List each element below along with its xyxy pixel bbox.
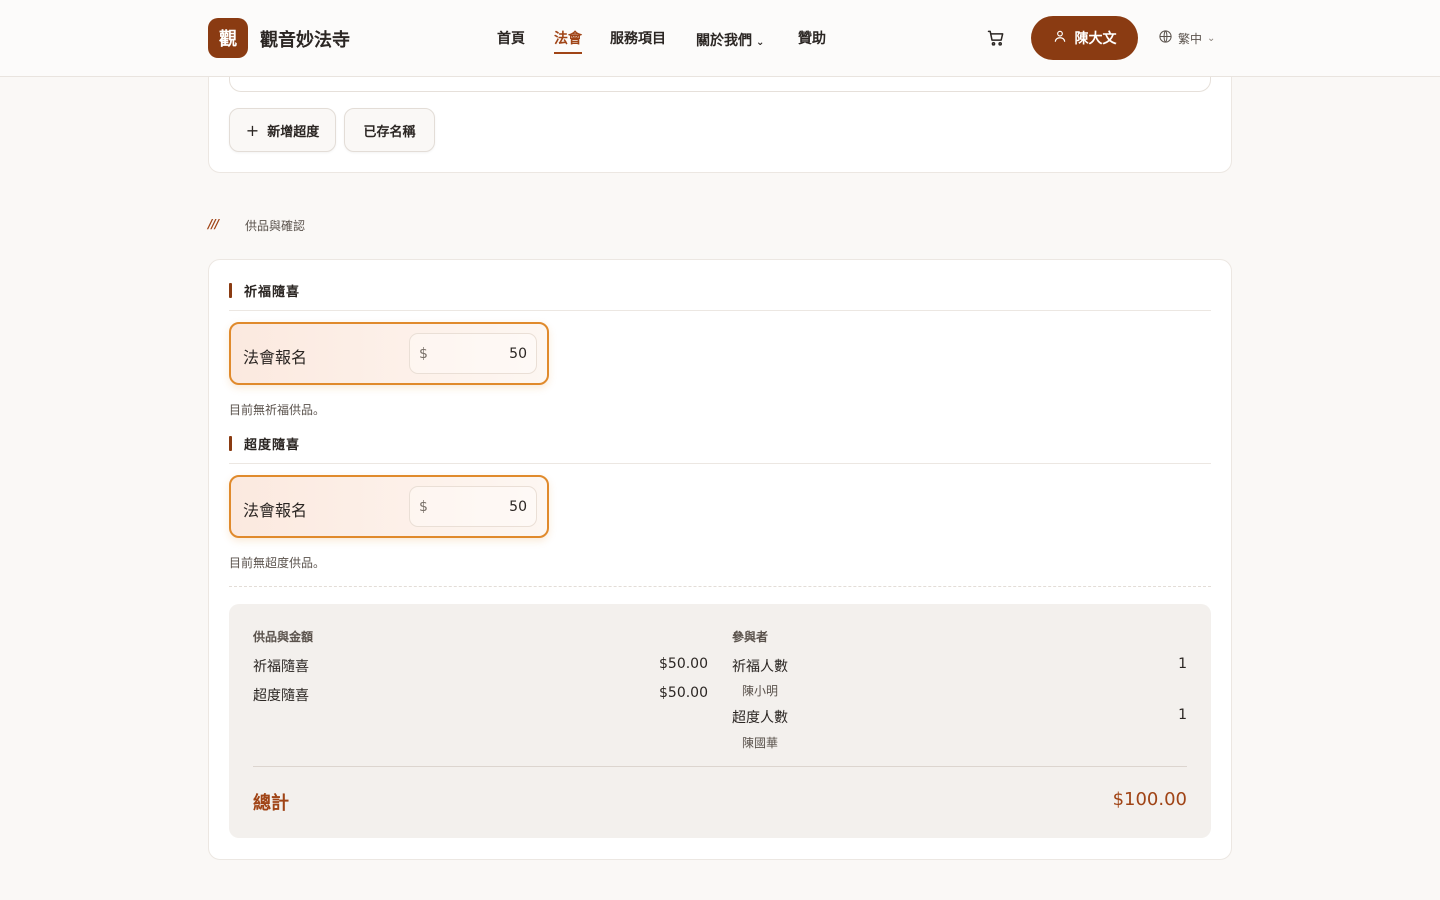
offering-name: 法會報名 xyxy=(243,348,308,367)
total-label: 總計 xyxy=(253,793,289,814)
summary-line-name: 超度隨喜 xyxy=(253,688,309,704)
participant-name: 陳小明 xyxy=(742,684,779,698)
add-deliverance-button[interactable]: + 新增超度 xyxy=(229,108,336,152)
section-title: 供品與確認 xyxy=(245,219,306,233)
participant-count-value: 1 xyxy=(1178,707,1187,723)
chevron-down-icon: ⌄ xyxy=(1207,32,1216,44)
language-selector[interactable]: 繁中 ⌄ xyxy=(1158,29,1215,47)
saved-names-button[interactable]: 已存名稱 xyxy=(344,108,435,152)
nav-home[interactable]: 首頁 xyxy=(497,28,525,48)
summary-line-amount: $50.00 xyxy=(659,656,708,672)
participant-name: 陳國華 xyxy=(742,736,779,750)
nav-about[interactable]: 關於我們 ⌄ xyxy=(696,30,764,50)
user-name: 陳大文 xyxy=(1074,31,1117,47)
participant-count-value: 1 xyxy=(1178,656,1187,672)
chevron-down-icon: ⌄ xyxy=(756,37,765,48)
order-summary: 供品與金額 參與者 祈福隨喜 $50.00 超度隨喜 $50.00 祈福人數 1… xyxy=(229,604,1211,838)
participant-count-label: 超度人數 xyxy=(732,710,788,726)
currency-symbol: $ xyxy=(419,346,428,362)
group-accent-bar xyxy=(229,283,232,298)
total-value: $100.00 xyxy=(1112,789,1187,810)
divider xyxy=(229,586,1211,587)
currency-symbol: $ xyxy=(419,499,428,515)
top-nav-bar: 觀 觀音妙法寺 首頁 法會 服務項目 關於我們 ⌄ 贊助 陳大文 繁中 ⌄ xyxy=(0,0,1440,77)
summary-line-amount: $50.00 xyxy=(659,685,708,701)
group-title-deliverance: 超度隨喜 xyxy=(244,438,301,453)
offering-name: 法會報名 xyxy=(243,501,308,520)
group-header-blessing: 祈福隨喜 xyxy=(229,281,1211,311)
nav-donate[interactable]: 贊助 xyxy=(798,28,826,48)
user-icon xyxy=(1053,29,1067,47)
user-account-button[interactable]: 陳大文 xyxy=(1031,16,1138,60)
nav-about-label: 關於我們 xyxy=(696,33,752,49)
summary-participants-heading: 參與者 xyxy=(732,630,769,644)
empty-offerings-note: 目前無超度供品。 xyxy=(229,556,326,570)
section-marker: /// xyxy=(208,217,219,231)
site-name[interactable]: 觀音妙法寺 xyxy=(260,26,350,52)
nav-services[interactable]: 服務項目 xyxy=(610,28,666,48)
summary-divider xyxy=(253,766,1187,767)
add-deliverance-label: 新增超度 xyxy=(267,124,320,140)
offering-amount-input[interactable]: $ 50 xyxy=(409,486,537,527)
cart-icon[interactable] xyxy=(986,28,1008,50)
empty-offerings-note: 目前無祈福供品。 xyxy=(229,403,326,417)
offering-option-blessing[interactable]: 法會報名 $ 50 xyxy=(229,322,549,385)
participant-count-label: 祈福人數 xyxy=(732,659,788,675)
amount-value: 50 xyxy=(509,499,527,515)
temple-logo[interactable]: 觀 xyxy=(208,18,248,58)
offering-amount-input[interactable]: $ 50 xyxy=(409,333,537,374)
globe-icon xyxy=(1158,29,1173,47)
offering-option-deliverance[interactable]: 法會報名 $ 50 xyxy=(229,475,549,538)
plus-icon: + xyxy=(245,120,260,140)
amount-value: 50 xyxy=(509,346,527,362)
group-title-blessing: 祈福隨喜 xyxy=(244,285,301,300)
group-header-deliverance: 超度隨喜 xyxy=(229,434,1211,464)
nav-ceremony[interactable]: 法會 xyxy=(554,28,582,54)
summary-line-name: 祈福隨喜 xyxy=(253,659,309,675)
language-label: 繁中 xyxy=(1178,31,1203,46)
group-accent-bar xyxy=(229,436,232,451)
summary-offerings-heading: 供品與金額 xyxy=(253,630,314,644)
